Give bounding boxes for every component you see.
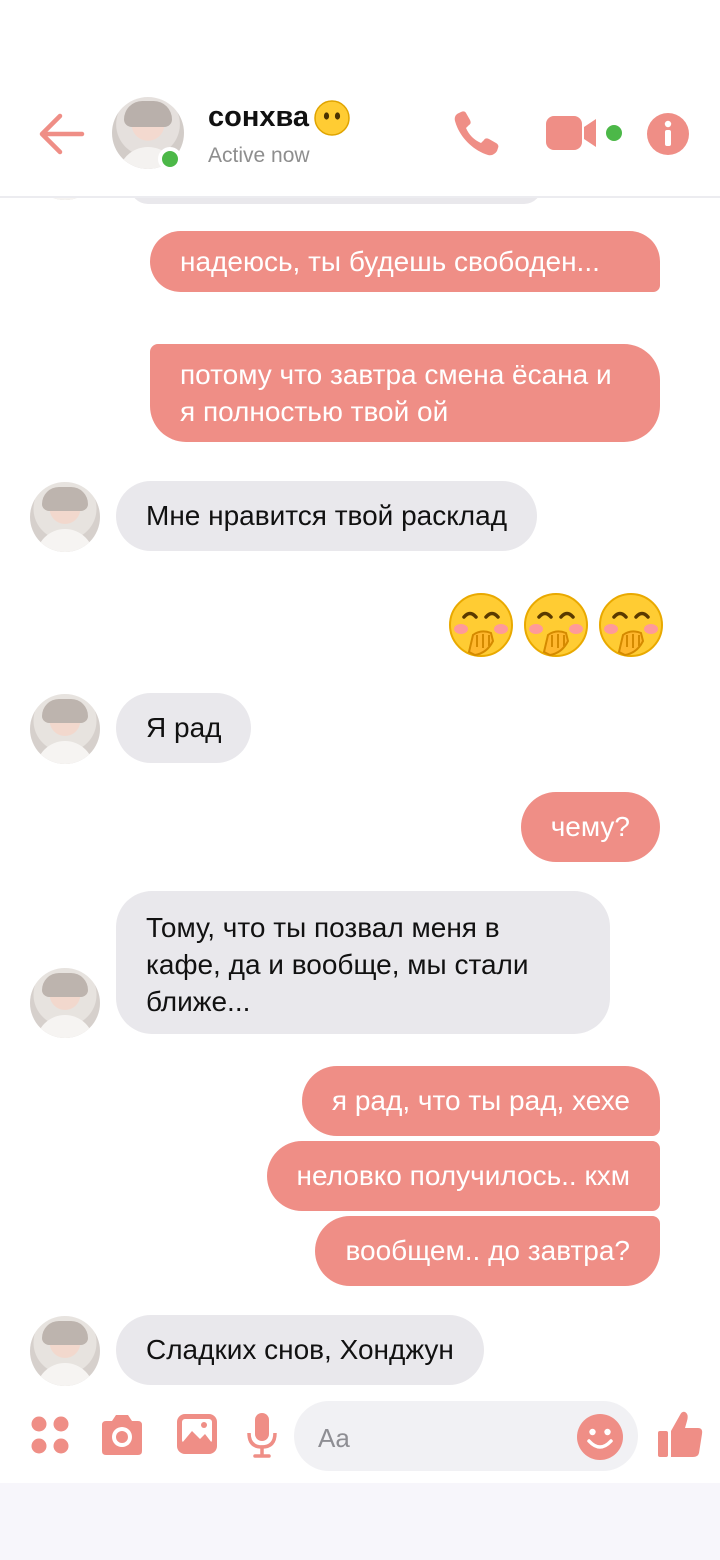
contact-name[interactable]: сонхва — [208, 101, 309, 134]
hand-over-mouth-face-emoji[interactable] — [447, 591, 515, 659]
outgoing-message[interactable]: надеюсь, ты будешь свободен... — [150, 231, 660, 292]
phone-icon[interactable] — [450, 108, 502, 160]
message-input-placeholder: Aa — [318, 1423, 350, 1453]
contact-avatar-small — [30, 482, 100, 552]
info-icon[interactable] — [646, 112, 690, 156]
chat-header: сонхва Active now — [0, 0, 720, 198]
message-input[interactable]: Aa — [294, 1401, 638, 1471]
incoming-message[interactable]: Мне нравится твой расклад — [116, 481, 538, 551]
gallery-icon[interactable] — [176, 1413, 218, 1455]
outgoing-message[interactable]: чему? — [520, 792, 660, 862]
apps-icon[interactable] — [30, 1415, 70, 1455]
incoming-message[interactable]: Я рад — [116, 693, 252, 763]
online-indicator — [158, 147, 182, 171]
outgoing-message[interactable]: потому что завтра смена ёсана и я полнос… — [150, 344, 660, 442]
no-mouth-face-emoji — [314, 100, 350, 136]
video-camera-icon[interactable] — [544, 113, 624, 153]
outgoing-message[interactable]: вообщем.. до завтра? — [315, 1216, 660, 1286]
contact-avatar-small — [30, 968, 100, 1038]
emoji-icon[interactable] — [576, 1413, 624, 1461]
contact-avatar-small — [30, 694, 100, 764]
thumbs-up-icon[interactable] — [656, 1409, 704, 1459]
system-navigation-bar — [0, 1483, 720, 1560]
hand-over-mouth-face-emoji[interactable] — [597, 591, 665, 659]
message-list[interactable]: надеюсь, ты будешь свободен... потому чт… — [0, 198, 720, 1393]
active-status: Active now — [208, 144, 310, 167]
incoming-message[interactable]: Тому, что ты позвал меня в кафе, да и во… — [116, 891, 610, 1034]
previous-message-bubble — [130, 198, 542, 204]
contact-avatar-small — [30, 198, 100, 200]
outgoing-message[interactable]: я рад, что ты рад, хехе — [301, 1066, 660, 1136]
outgoing-message[interactable]: неловко получилось.. кхм — [266, 1141, 660, 1211]
back-arrow-icon[interactable] — [38, 112, 86, 156]
incoming-message[interactable]: Сладких снов, Хонджун — [116, 1315, 484, 1385]
message-composer: Aa — [0, 1393, 720, 1483]
camera-icon[interactable] — [98, 1413, 146, 1457]
microphone-icon[interactable] — [246, 1411, 278, 1459]
hand-over-mouth-face-emoji[interactable] — [522, 591, 590, 659]
contact-avatar-small — [30, 1316, 100, 1386]
